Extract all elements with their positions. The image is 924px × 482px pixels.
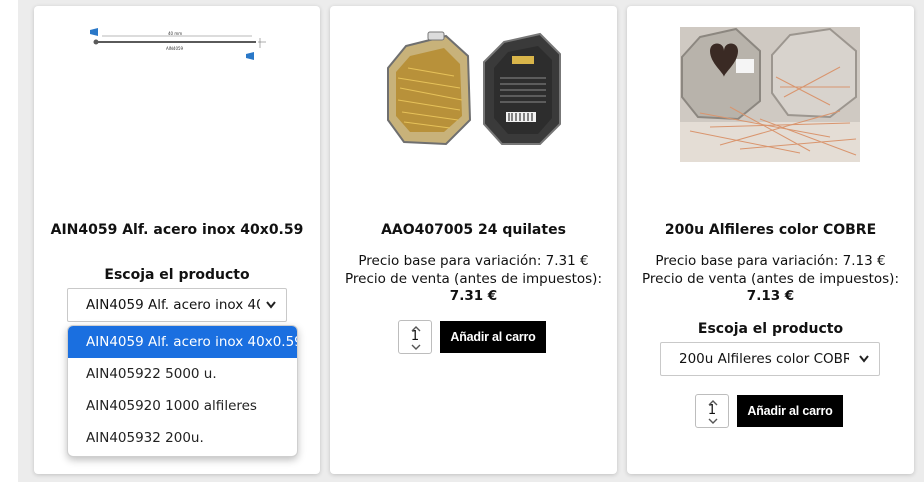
variant-dropdown-list[interactable]: AIN4059 Alf. acero inox 40x0.59 AIN40592… [67,325,298,457]
product-image-pin-diagram[interactable]: 40 mm AIN4059 [88,24,274,68]
add-to-cart-button[interactable]: Añadir al carro [440,321,546,353]
sale-price-label: Precio de venta (antes de impuestos): [344,271,602,287]
stepper-arrows-icon[interactable] [408,324,424,352]
base-price-line: Precio base para variación: 7.31 € [358,253,589,269]
variant-select[interactable]: AIN4059 Alf. acero inox 40x0.59 [67,288,287,322]
sale-price: 7.13 € [746,288,795,304]
product-image-gold-pins-box[interactable] [384,28,564,150]
variant-select-value: 200u Alfileres color COBRE [679,351,849,367]
chevron-down-icon [859,355,869,363]
dropdown-option[interactable]: AIN405920 1000 alfileres [68,390,297,422]
dropdown-option[interactable]: AIN405932 200u. [68,422,297,454]
sale-price-label: Precio de venta (antes de impuestos): [641,271,899,287]
stepper-arrows-icon[interactable] [705,398,721,426]
product-title[interactable]: AAO407005 24 quilates [330,222,617,238]
diagram-code-label: AIN4059 [166,46,184,51]
base-price-line: Precio base para variación: 7.13 € [655,253,886,269]
choose-product-label: Escoja el producto [104,267,250,283]
product-title[interactable]: AIN4059 Alf. acero inox 40x0.59 [34,222,320,238]
quantity-stepper[interactable]: 1 [695,394,729,428]
sale-price: 7.31 € [449,288,498,304]
chevron-down-icon [266,301,276,309]
diagram-length-label: 40 mm [168,31,182,36]
product-title[interactable]: 200u Alfileres color COBRE [627,222,914,238]
product-image-copper-pins-box[interactable] [680,27,860,162]
variant-select-value: AIN4059 Alf. acero inox 40x0.59 [86,297,260,313]
variant-select[interactable]: 200u Alfileres color COBRE [660,342,880,376]
product-card: 200u Alfileres color COBRE Precio base p… [627,6,914,474]
add-to-cart-button[interactable]: Añadir al carro [737,395,843,427]
page-left-margin [0,0,18,482]
product-card: AAO407005 24 quilates Precio base para v… [330,6,617,474]
dropdown-option[interactable]: AIN4059 Alf. acero inox 40x0.59 [68,326,297,358]
choose-product-label: Escoja el producto [697,321,844,337]
quantity-stepper[interactable]: 1 [398,320,432,354]
dropdown-option[interactable]: AIN405922 5000 u. [68,358,297,390]
